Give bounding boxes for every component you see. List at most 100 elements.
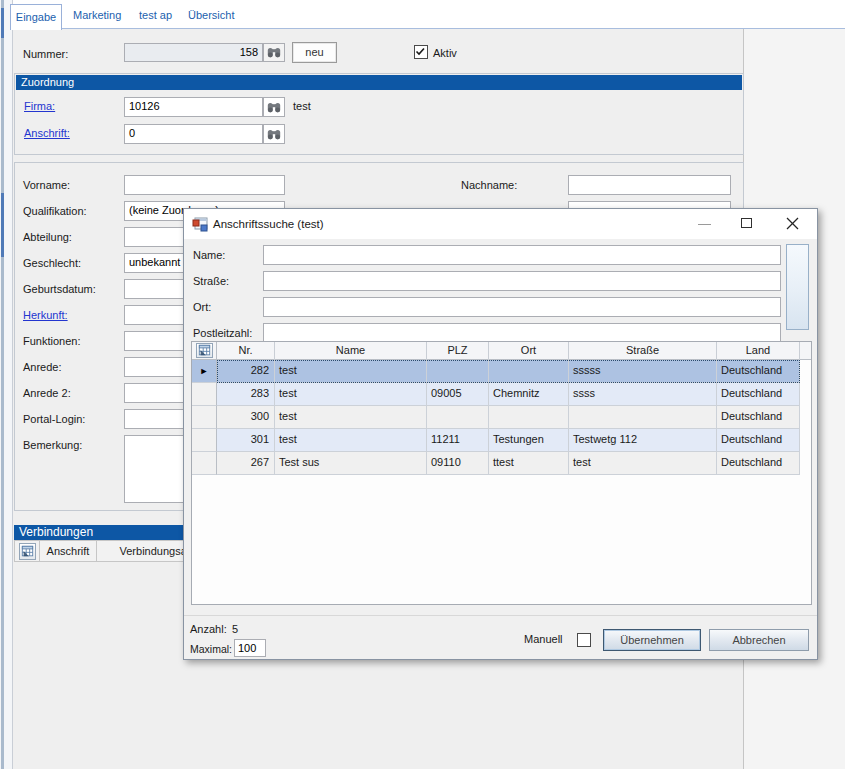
verbindungen-corner-button[interactable]: [14, 540, 40, 562]
dock-accent-2: [1, 193, 4, 257]
aktiv-label: Aktiv: [433, 47, 457, 59]
col-header-plz[interactable]: PLZ: [427, 342, 489, 360]
firma-field[interactable]: 10126: [124, 97, 263, 117]
cell-land[interactable]: Deutschland: [717, 383, 800, 406]
cell-nr[interactable]: 282: [217, 360, 275, 383]
cell-land[interactable]: Deutschland: [717, 452, 800, 475]
cell-plz[interactable]: 11211: [427, 429, 489, 452]
col-header-ort[interactable]: Ort: [489, 342, 569, 360]
cell-ort[interactable]: ttest: [489, 452, 569, 475]
cell-name[interactable]: test: [275, 406, 427, 429]
row-header[interactable]: ►: [192, 360, 217, 383]
row-header[interactable]: [192, 383, 217, 406]
manuell-checkbox[interactable]: [577, 633, 591, 647]
cell-name[interactable]: test: [275, 360, 427, 383]
nummer-field: 158: [124, 43, 263, 62]
aktiv-checkbox[interactable]: [414, 45, 428, 59]
cell-land[interactable]: Deutschland: [717, 406, 800, 429]
anschrift-search-button[interactable]: [263, 124, 285, 144]
nummer-label: Nummer:: [23, 48, 68, 60]
cell-plz[interactable]: 09005: [427, 383, 489, 406]
ort-field[interactable]: [263, 297, 781, 317]
check-icon: [415, 46, 426, 57]
nachname-field[interactable]: [568, 175, 731, 195]
filter-scrollbar[interactable]: [786, 244, 809, 330]
minimize-button[interactable]: [692, 209, 722, 239]
cell-strasse[interactable]: [569, 406, 717, 429]
neu-button[interactable]: neu: [292, 42, 337, 63]
vorname-label: Vorname:: [23, 179, 70, 191]
anschrift-link[interactable]: Anschrift:: [24, 127, 70, 139]
table-row[interactable]: 301 test 11211 Testungen Testwetg 112 De…: [192, 429, 800, 452]
close-icon: [786, 217, 799, 230]
cell-name[interactable]: Test sus: [275, 452, 427, 475]
col-header-nr[interactable]: Nr.: [217, 342, 275, 360]
funktionen-label: Funktionen:: [23, 335, 80, 347]
bemerkung-label: Bemerkung:: [23, 439, 82, 451]
nummer-search-button[interactable]: [263, 43, 285, 62]
cell-ort[interactable]: Testungen: [489, 429, 569, 452]
cell-strasse[interactable]: sssss: [569, 360, 717, 383]
cell-ort[interactable]: [489, 360, 569, 383]
cell-strasse[interactable]: Testwetg 112: [569, 429, 717, 452]
footer-separator: [184, 615, 817, 616]
col-header-filler: [800, 342, 811, 360]
cell-strasse[interactable]: test: [569, 452, 717, 475]
qualifikation-label: Qualifikation:: [23, 205, 87, 217]
dialog-title: Anschriftssuche (test): [213, 209, 324, 239]
cell-nr[interactable]: 283: [217, 383, 275, 406]
cell-ort[interactable]: Chemnitz: [489, 383, 569, 406]
anzahl-value: 5: [232, 623, 238, 635]
cell-name[interactable]: test: [275, 383, 427, 406]
cell-nr[interactable]: 301: [217, 429, 275, 452]
maximal-field[interactable]: 100: [234, 639, 266, 657]
uebernehmen-button[interactable]: Übernehmen: [603, 629, 701, 651]
anrede-label: Anrede:: [23, 361, 62, 373]
table-row[interactable]: ► 282 test sssss Deutschland: [192, 360, 800, 383]
cell-ort[interactable]: [489, 406, 569, 429]
anrede2-label: Anrede 2:: [23, 387, 71, 399]
herkunft-link[interactable]: Herkunft:: [23, 309, 68, 321]
postleitzahl-field[interactable]: [263, 323, 781, 343]
cell-land[interactable]: Deutschland: [717, 429, 800, 452]
maximize-button[interactable]: [732, 209, 762, 239]
tab-test-ap[interactable]: test ap: [139, 9, 172, 21]
cell-plz[interactable]: 09110: [427, 452, 489, 475]
row-header[interactable]: [192, 429, 217, 452]
close-button[interactable]: [776, 209, 810, 239]
strasse-field[interactable]: [263, 271, 781, 291]
col-header-land[interactable]: Land: [717, 342, 800, 360]
vorname-field[interactable]: [124, 175, 285, 195]
cell-land[interactable]: Deutschland: [717, 360, 800, 383]
name-label: Name:: [193, 249, 225, 261]
tab-marketing[interactable]: Marketing: [73, 9, 121, 21]
anschrift-field[interactable]: 0: [124, 124, 263, 144]
address-results-grid: Nr. Name PLZ Ort Straße Land ► 282 test …: [191, 341, 812, 605]
cell-plz[interactable]: [427, 360, 489, 383]
column-chooser-icon: [21, 545, 34, 558]
maximal-label: Maximal:: [190, 643, 232, 655]
tab-eingabe[interactable]: Eingabe: [10, 4, 62, 30]
table-row[interactable]: 267 Test sus 09110 ttest test Deutschlan…: [192, 452, 800, 475]
column-chooser-button[interactable]: [192, 342, 217, 360]
tab-uebersicht[interactable]: Übersicht: [188, 9, 234, 21]
row-header[interactable]: [192, 406, 217, 429]
col-header-strasse[interactable]: Straße: [569, 342, 717, 360]
cell-nr[interactable]: 300: [217, 406, 275, 429]
firma-search-button[interactable]: [263, 97, 285, 117]
cell-nr[interactable]: 267: [217, 452, 275, 475]
verbindungen-col-anschrift[interactable]: Anschrift: [40, 540, 97, 562]
postleitzahl-label: Postleitzahl:: [193, 327, 252, 339]
row-header[interactable]: [192, 452, 217, 475]
table-row[interactable]: 300 test Deutschland: [192, 406, 800, 429]
firma-link[interactable]: Firma:: [24, 100, 55, 112]
cell-plz[interactable]: [427, 406, 489, 429]
firma-note: test: [293, 100, 311, 112]
abbrechen-button[interactable]: Abbrechen: [709, 629, 809, 651]
cell-name[interactable]: test: [275, 429, 427, 452]
col-header-name[interactable]: Name: [275, 342, 427, 360]
name-field[interactable]: [263, 245, 781, 265]
table-row[interactable]: 283 test 09005 Chemnitz ssss Deutschland: [192, 383, 800, 406]
dialog-titlebar[interactable]: Anschriftssuche (test): [184, 209, 817, 239]
cell-strasse[interactable]: ssss: [569, 383, 717, 406]
